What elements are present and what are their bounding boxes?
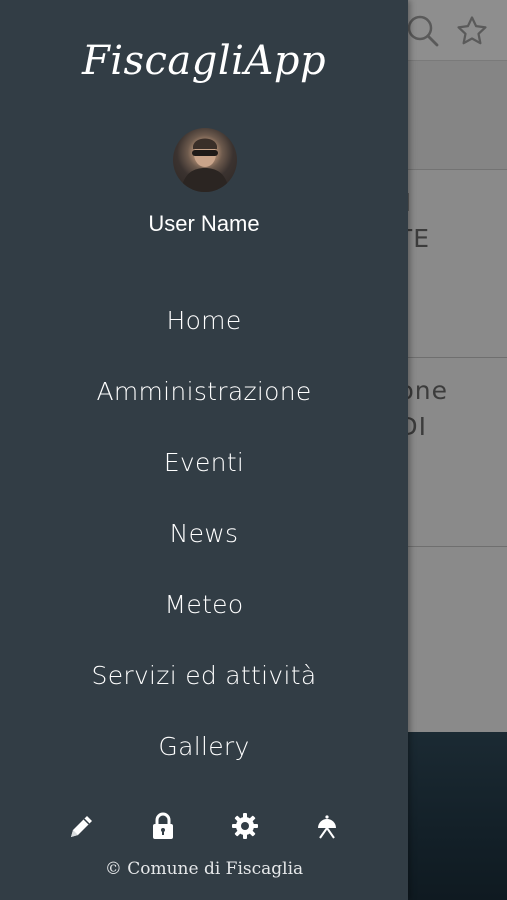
menu-item-eventi[interactable]: Eventi xyxy=(0,432,408,503)
app-logo: FiscagliApp xyxy=(81,38,327,84)
navigation-drawer: FiscagliApp User Name Home Amministrazio… xyxy=(0,0,408,900)
copyright-text: © Comune di Fiscaglia xyxy=(104,859,304,879)
satellite-dish-icon[interactable] xyxy=(311,810,343,842)
menu-item-meteo[interactable]: Meteo xyxy=(0,574,408,645)
menu-item-gallery[interactable]: Gallery xyxy=(0,716,408,787)
search-icon[interactable] xyxy=(406,14,440,48)
drawer-bottom-icons xyxy=(0,808,408,844)
lock-icon[interactable] xyxy=(147,810,179,842)
pencil-icon[interactable] xyxy=(66,810,98,842)
user-name[interactable]: User Name xyxy=(0,211,408,237)
menu-item-servizi[interactable]: Servizi ed attività xyxy=(0,645,408,716)
menu-item-home[interactable]: Home xyxy=(0,290,408,361)
menu-item-amministrazione[interactable]: Amministrazione xyxy=(0,361,408,432)
menu-item-news[interactable]: News xyxy=(0,503,408,574)
gear-icon[interactable] xyxy=(229,810,261,842)
avatar-image xyxy=(181,138,229,192)
drawer-menu: Home Amministrazione Eventi News Meteo S… xyxy=(0,290,408,787)
avatar[interactable] xyxy=(173,128,237,192)
star-icon[interactable] xyxy=(455,14,489,48)
